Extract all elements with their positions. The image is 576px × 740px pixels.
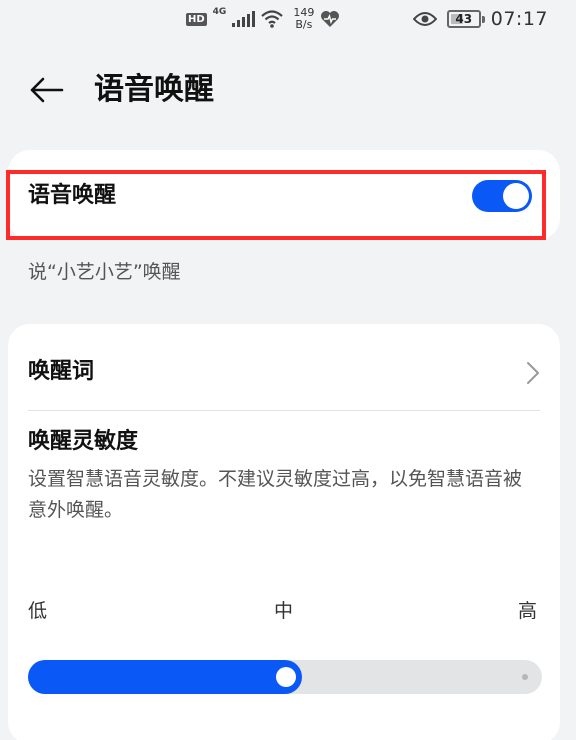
slider-end-dot [522, 674, 528, 680]
arrow-left-icon [30, 77, 64, 103]
highlight-annotation [6, 170, 546, 240]
hd-badge: HD [186, 12, 207, 26]
clock: 07:17 [490, 8, 548, 30]
wifi-icon [261, 10, 284, 28]
network-speed: 149 B/s [293, 7, 314, 31]
status-bar: HD 4G 149 B/s 43 07:17 [0, 0, 576, 38]
network-type: 4G [212, 7, 227, 17]
wake-word-row[interactable]: 唤醒词 [8, 350, 560, 398]
sensitivity-high-label: 高 [518, 600, 538, 622]
health-heart-icon [321, 11, 340, 27]
battery-icon: 43 [446, 10, 485, 28]
title-bar: 语音唤醒 [0, 62, 576, 118]
status-indicators: HD 4G 149 B/s [186, 4, 340, 34]
slider-knob[interactable] [276, 667, 296, 687]
battery-level: 43 [455, 12, 473, 26]
speed-unit: B/s [295, 18, 313, 31]
sensitivity-title: 唤醒灵敏度 [28, 429, 139, 454]
page-title: 语音唤醒 [94, 72, 214, 107]
wake-hint: 说“小艺小艺”唤醒 [28, 261, 181, 283]
signal-icon [232, 11, 256, 27]
sensitivity-slider[interactable] [28, 660, 542, 694]
eye-comfort-icon [412, 12, 437, 26]
back-button[interactable] [24, 70, 68, 110]
sensitivity-mid-label: 中 [274, 600, 294, 622]
divider [28, 410, 540, 411]
wake-word-label: 唤醒词 [28, 359, 95, 384]
chevron-right-icon [522, 360, 544, 386]
status-right: 43 07:17 [412, 6, 548, 32]
sensitivity-low-label: 低 [28, 600, 48, 622]
slider-fill [28, 660, 302, 694]
sensitivity-description: 设置智慧语音灵敏度。不建议灵敏度过高，以免智慧语音被意外唤醒。 [28, 468, 523, 521]
